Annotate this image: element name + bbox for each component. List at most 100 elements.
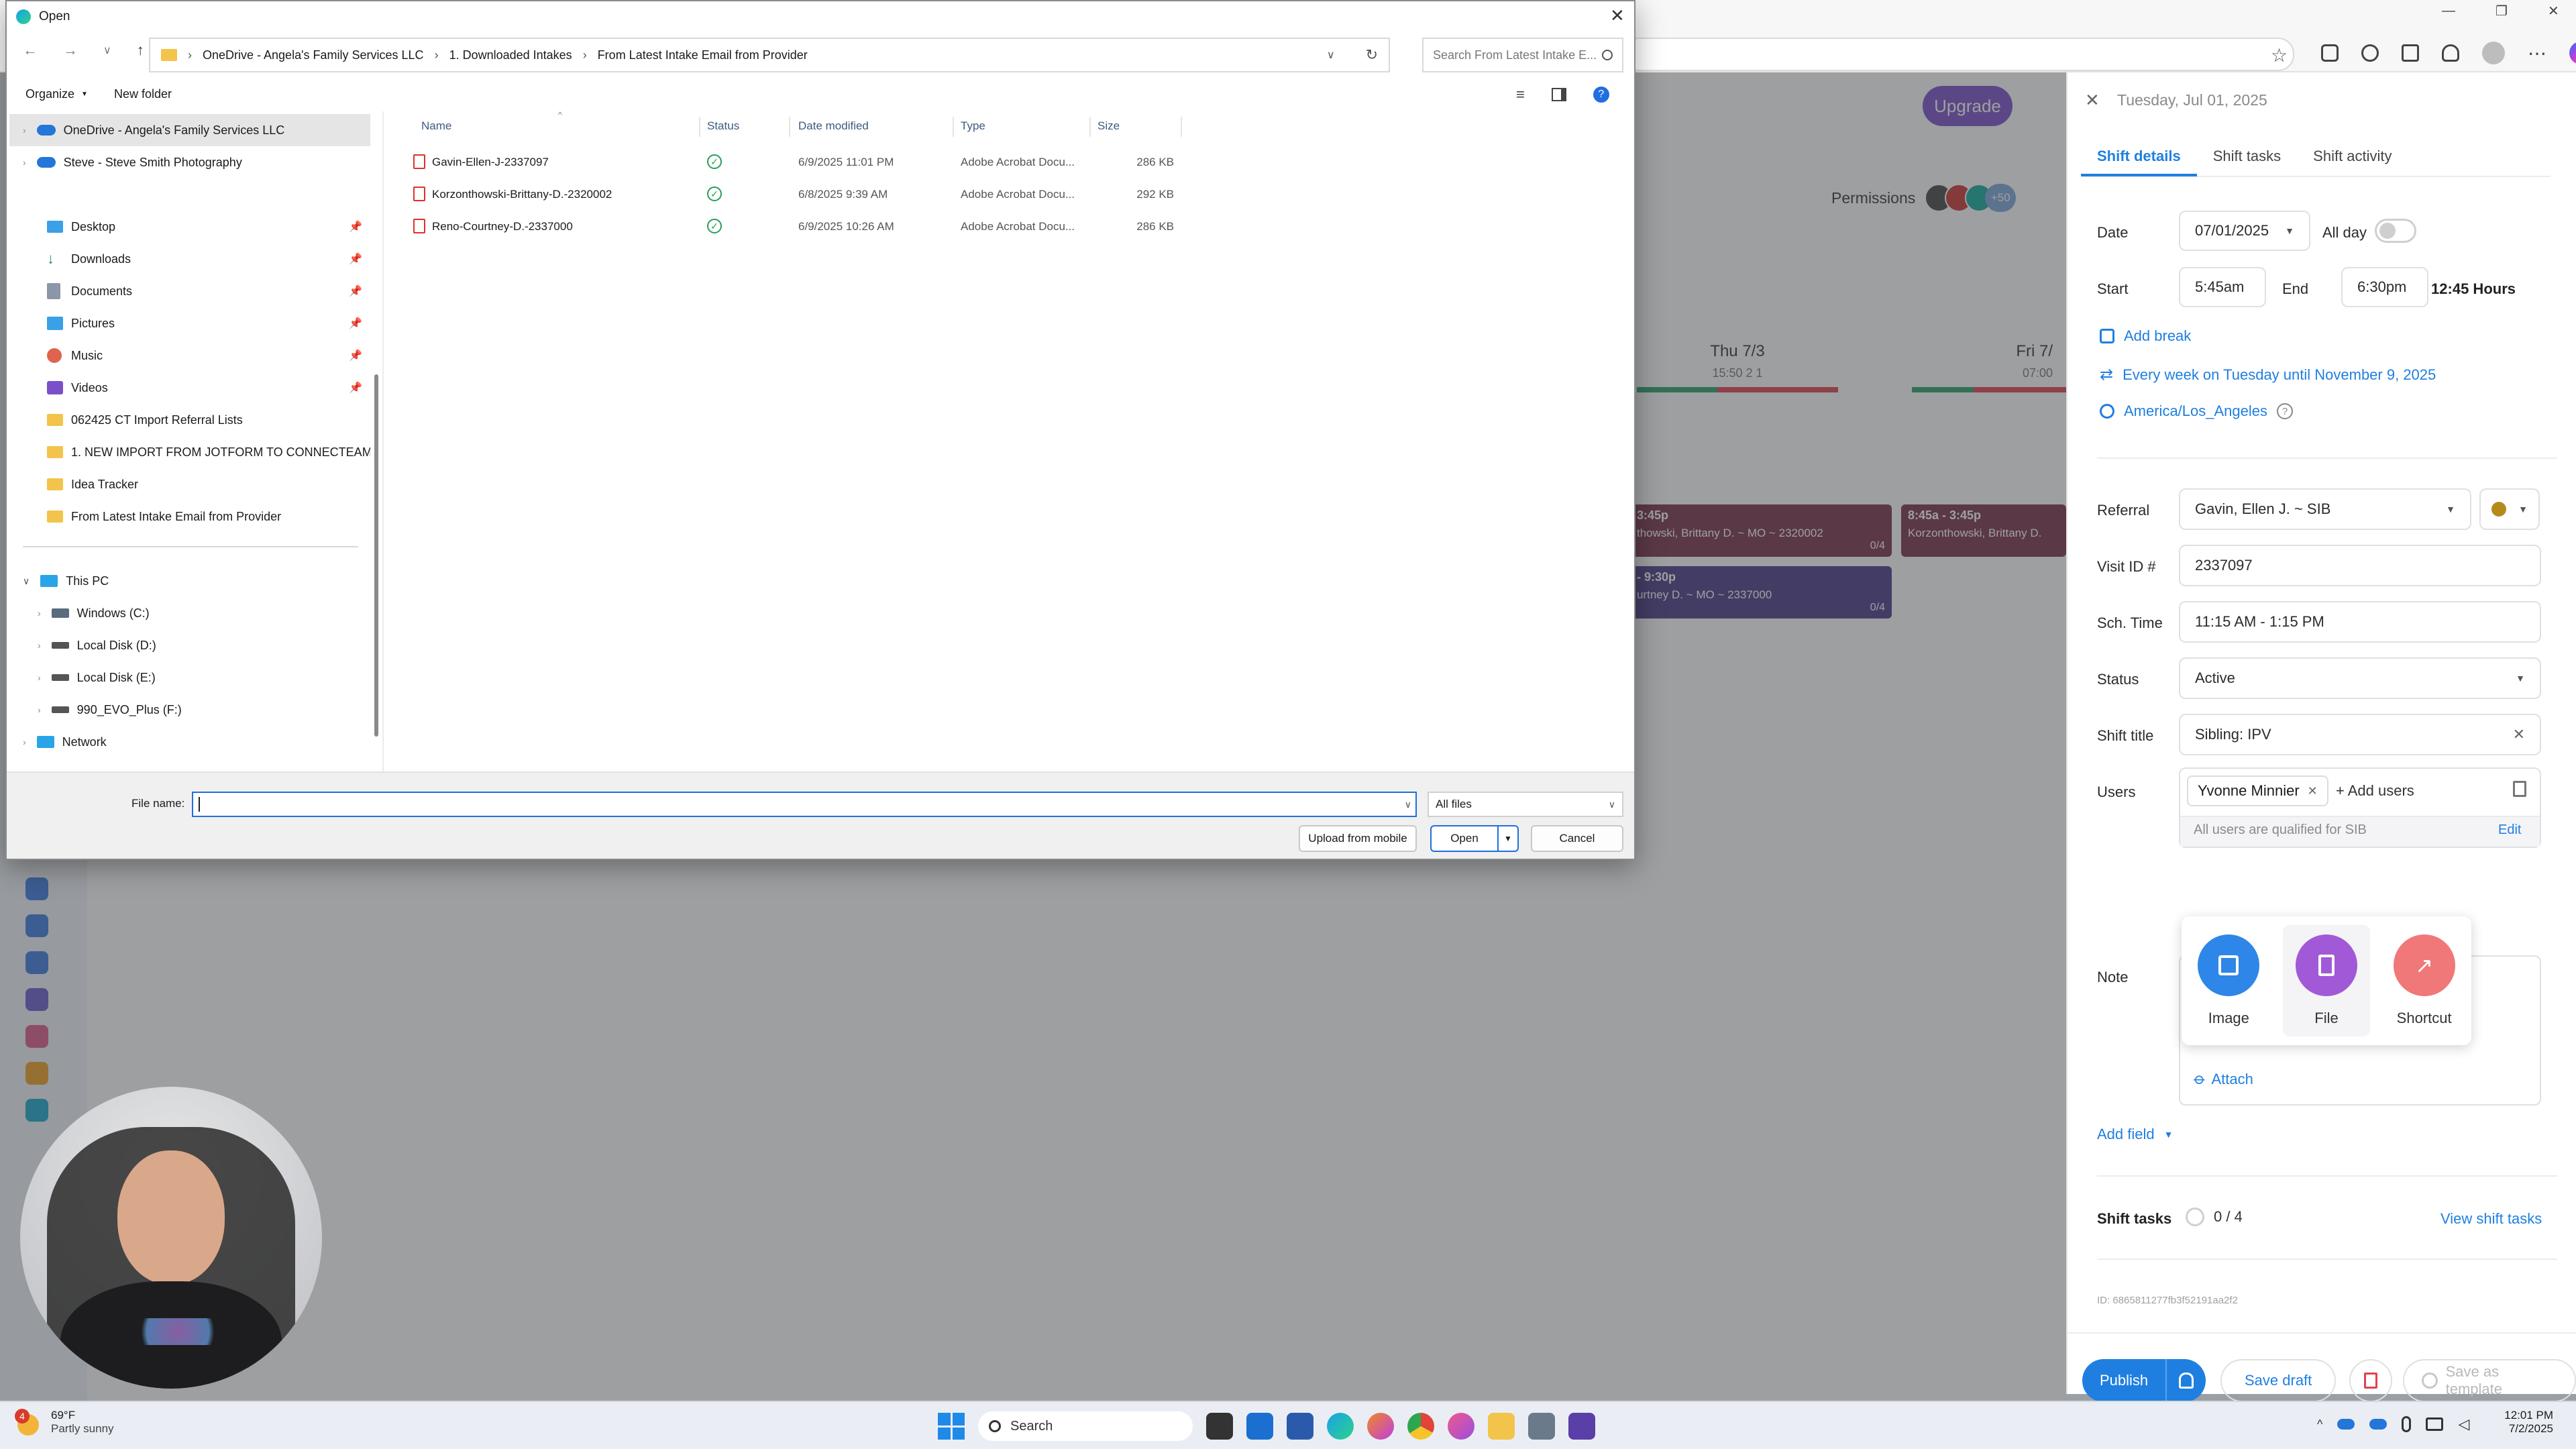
status-select[interactable]: Active ▼ [2179,657,2541,699]
shift-title-input[interactable]: Sibling: IPV ✕ [2179,714,2541,755]
restore-icon[interactable]: ❐ [2496,3,2508,19]
nav-item-drive[interactable]: › 990_EVO_Plus (F:) [9,694,370,726]
visit-id-input[interactable]: 2337097 [2179,545,2541,586]
view-options-icon[interactable]: ≡ [1516,86,1525,103]
close-dialog-icon[interactable]: ✕ [1610,5,1625,26]
attach-button[interactable]: ⌀ Attach [2190,1069,2253,1089]
word-icon[interactable] [1287,1413,1313,1440]
nav-item-onedrive[interactable]: › OneDrive - Angela's Family Services LL… [9,114,370,146]
minimize-icon[interactable]: — [2442,3,2455,19]
clock[interactable]: 12:01 PM 7/2/2025 [2493,1409,2553,1436]
breadcrumb-item[interactable]: From Latest Intake Email from Provider [598,48,808,62]
onedrive-icon[interactable] [2369,1419,2387,1430]
end-time-input[interactable]: 6:30pm [2341,267,2428,307]
nav-item-drive[interactable]: › Local Disk (E:) [9,661,370,694]
volume-icon[interactable]: ◁ [2458,1415,2469,1433]
nav-item-drive[interactable]: › Local Disk (D:) [9,629,370,661]
breadcrumb-item[interactable]: OneDrive - Angela's Family Services LLC [203,48,424,62]
nav-item-this-pc[interactable]: ∨ This PC [9,565,370,597]
open-options-icon[interactable]: ▼ [1497,826,1517,851]
pin-icon[interactable]: 📌 [349,284,362,298]
user-chip[interactable]: Yvonne Minnier ✕ [2187,775,2328,806]
taskbar-search[interactable]: Search [978,1411,1193,1441]
edit-users-link[interactable]: Edit [2498,822,2521,838]
sch-time-input[interactable]: 11:15 AM - 1:15 PM [2179,601,2541,643]
address-bar[interactable] [1623,38,2294,71]
notify-toggle[interactable] [2167,1359,2206,1402]
nav-item-pictures[interactable]: Pictures 📌 [9,307,370,339]
add-users-button[interactable]: + Add users [2336,782,2414,800]
pin-icon[interactable]: 📌 [349,349,362,362]
tray-overflow-icon[interactable]: ^ [2317,1417,2322,1432]
close-window-icon[interactable]: ✕ [2548,3,2559,19]
search-input[interactable]: Search From Latest Intake E... [1422,38,1623,72]
trash-icon[interactable] [2513,781,2526,797]
attach-image-option[interactable]: Image [2188,934,2269,1027]
add-field-button[interactable]: Add field ▼ [2097,1126,2173,1143]
remove-user-icon[interactable]: ✕ [2308,784,2318,798]
more-menu-icon[interactable]: ⋯ [2528,42,2546,64]
nav-item-folder[interactable]: From Latest Intake Email from Provider [9,500,370,533]
attach-file-option[interactable]: File [2282,925,2370,1036]
nav-item-network[interactable]: › Network [9,726,370,758]
address-breadcrumb[interactable]: › OneDrive - Angela's Family Services LL… [149,38,1390,72]
nav-item-drive[interactable]: › Windows (C:) [9,597,370,629]
split-screen-icon[interactable] [2361,44,2379,62]
close-panel-icon[interactable]: ✕ [2085,90,2100,111]
back-arrow-icon[interactable]: ← [23,42,38,59]
save-draft-button[interactable]: Save draft [2220,1359,2337,1402]
nav-item-folder[interactable]: Idea Tracker [9,468,370,500]
app-icon[interactable] [1568,1413,1595,1440]
favorite-star-icon[interactable]: ☆ [2271,44,2288,66]
nav-item-steve[interactable]: › Steve - Steve Smith Photography [9,146,370,178]
pin-icon[interactable]: 📌 [349,220,362,233]
nav-item-documents[interactable]: Documents 📌 [9,275,370,307]
browser-essentials-icon[interactable] [2442,44,2459,62]
copilot-icon[interactable] [2569,42,2576,64]
tab-shift-details[interactable]: Shift details [2081,136,2197,176]
start-time-input[interactable]: 5:45am [2179,267,2266,307]
help-icon[interactable]: ? [2277,403,2294,419]
breadcrumb-item[interactable]: 1. Downloaded Intakes [449,48,572,62]
referral-select[interactable]: Gavin, Ellen J. ~ SIB ▼ [2179,488,2471,530]
nav-item-folder[interactable]: 062425 CT Import Referral Lists [9,404,370,436]
all-day-toggle[interactable] [2375,219,2416,243]
save-as-template-button[interactable]: Save as template [2403,1359,2576,1402]
profile-avatar[interactable] [2482,42,2505,64]
view-shift-tasks-link[interactable]: View shift tasks [2440,1210,2542,1228]
preview-pane-icon[interactable] [1551,88,1566,101]
recent-locations-icon[interactable]: ∨ [103,44,111,57]
file-name-input[interactable]: ∨ [192,792,1417,817]
chevron-down-icon[interactable]: ∨ [1327,48,1335,62]
forward-arrow-icon[interactable]: → [63,42,78,59]
file-explorer-icon[interactable] [1488,1413,1515,1440]
publish-button[interactable]: Publish [2082,1359,2167,1402]
outlook-icon[interactable] [1246,1413,1273,1440]
cancel-button[interactable]: Cancel [1531,825,1623,852]
up-arrow-icon[interactable]: ↑ [137,42,144,59]
chevron-down-icon[interactable]: ∨ [1405,799,1411,810]
task-view-icon[interactable] [1206,1413,1233,1440]
pin-icon[interactable]: 📌 [349,381,362,394]
file-row[interactable]: Korzonthowski-Brittany-D.-2320002 ✓ 6/8/… [384,178,1189,211]
weather-widget[interactable]: 4 69°F Partly sunny [15,1409,114,1436]
file-row[interactable]: Gavin-Ellen-J-2337097 ✓ 6/9/2025 11:01 P… [384,146,1189,178]
file-type-filter[interactable]: All files ∨ [1428,792,1623,817]
column-header-date[interactable]: Date modified [798,119,869,133]
network-icon[interactable] [2426,1417,2444,1431]
color-picker[interactable]: ▼ [2479,488,2540,530]
itunes-icon[interactable] [1448,1413,1474,1440]
favorites-icon[interactable] [2402,44,2419,62]
nav-item-folder[interactable]: 1. NEW IMPORT FROM JOTFORM TO CONNECTEAM… [9,436,370,468]
add-break-link[interactable]: Add break [2100,327,2191,345]
extension-icon[interactable] [2321,44,2339,62]
onedrive-icon[interactable] [2337,1419,2355,1430]
delete-button[interactable] [2349,1359,2392,1402]
tab-shift-activity[interactable]: Shift activity [2297,148,2408,165]
pin-icon[interactable]: 📌 [349,317,362,330]
refresh-icon[interactable]: ↻ [1346,46,1378,64]
upload-from-mobile-button[interactable]: Upload from mobile [1299,825,1417,852]
repeat-link[interactable]: ⇄ Every week on Tuesday until November 9… [2100,365,2436,384]
column-header-status[interactable]: Status [707,119,739,133]
column-header-type[interactable]: Type [961,119,985,133]
